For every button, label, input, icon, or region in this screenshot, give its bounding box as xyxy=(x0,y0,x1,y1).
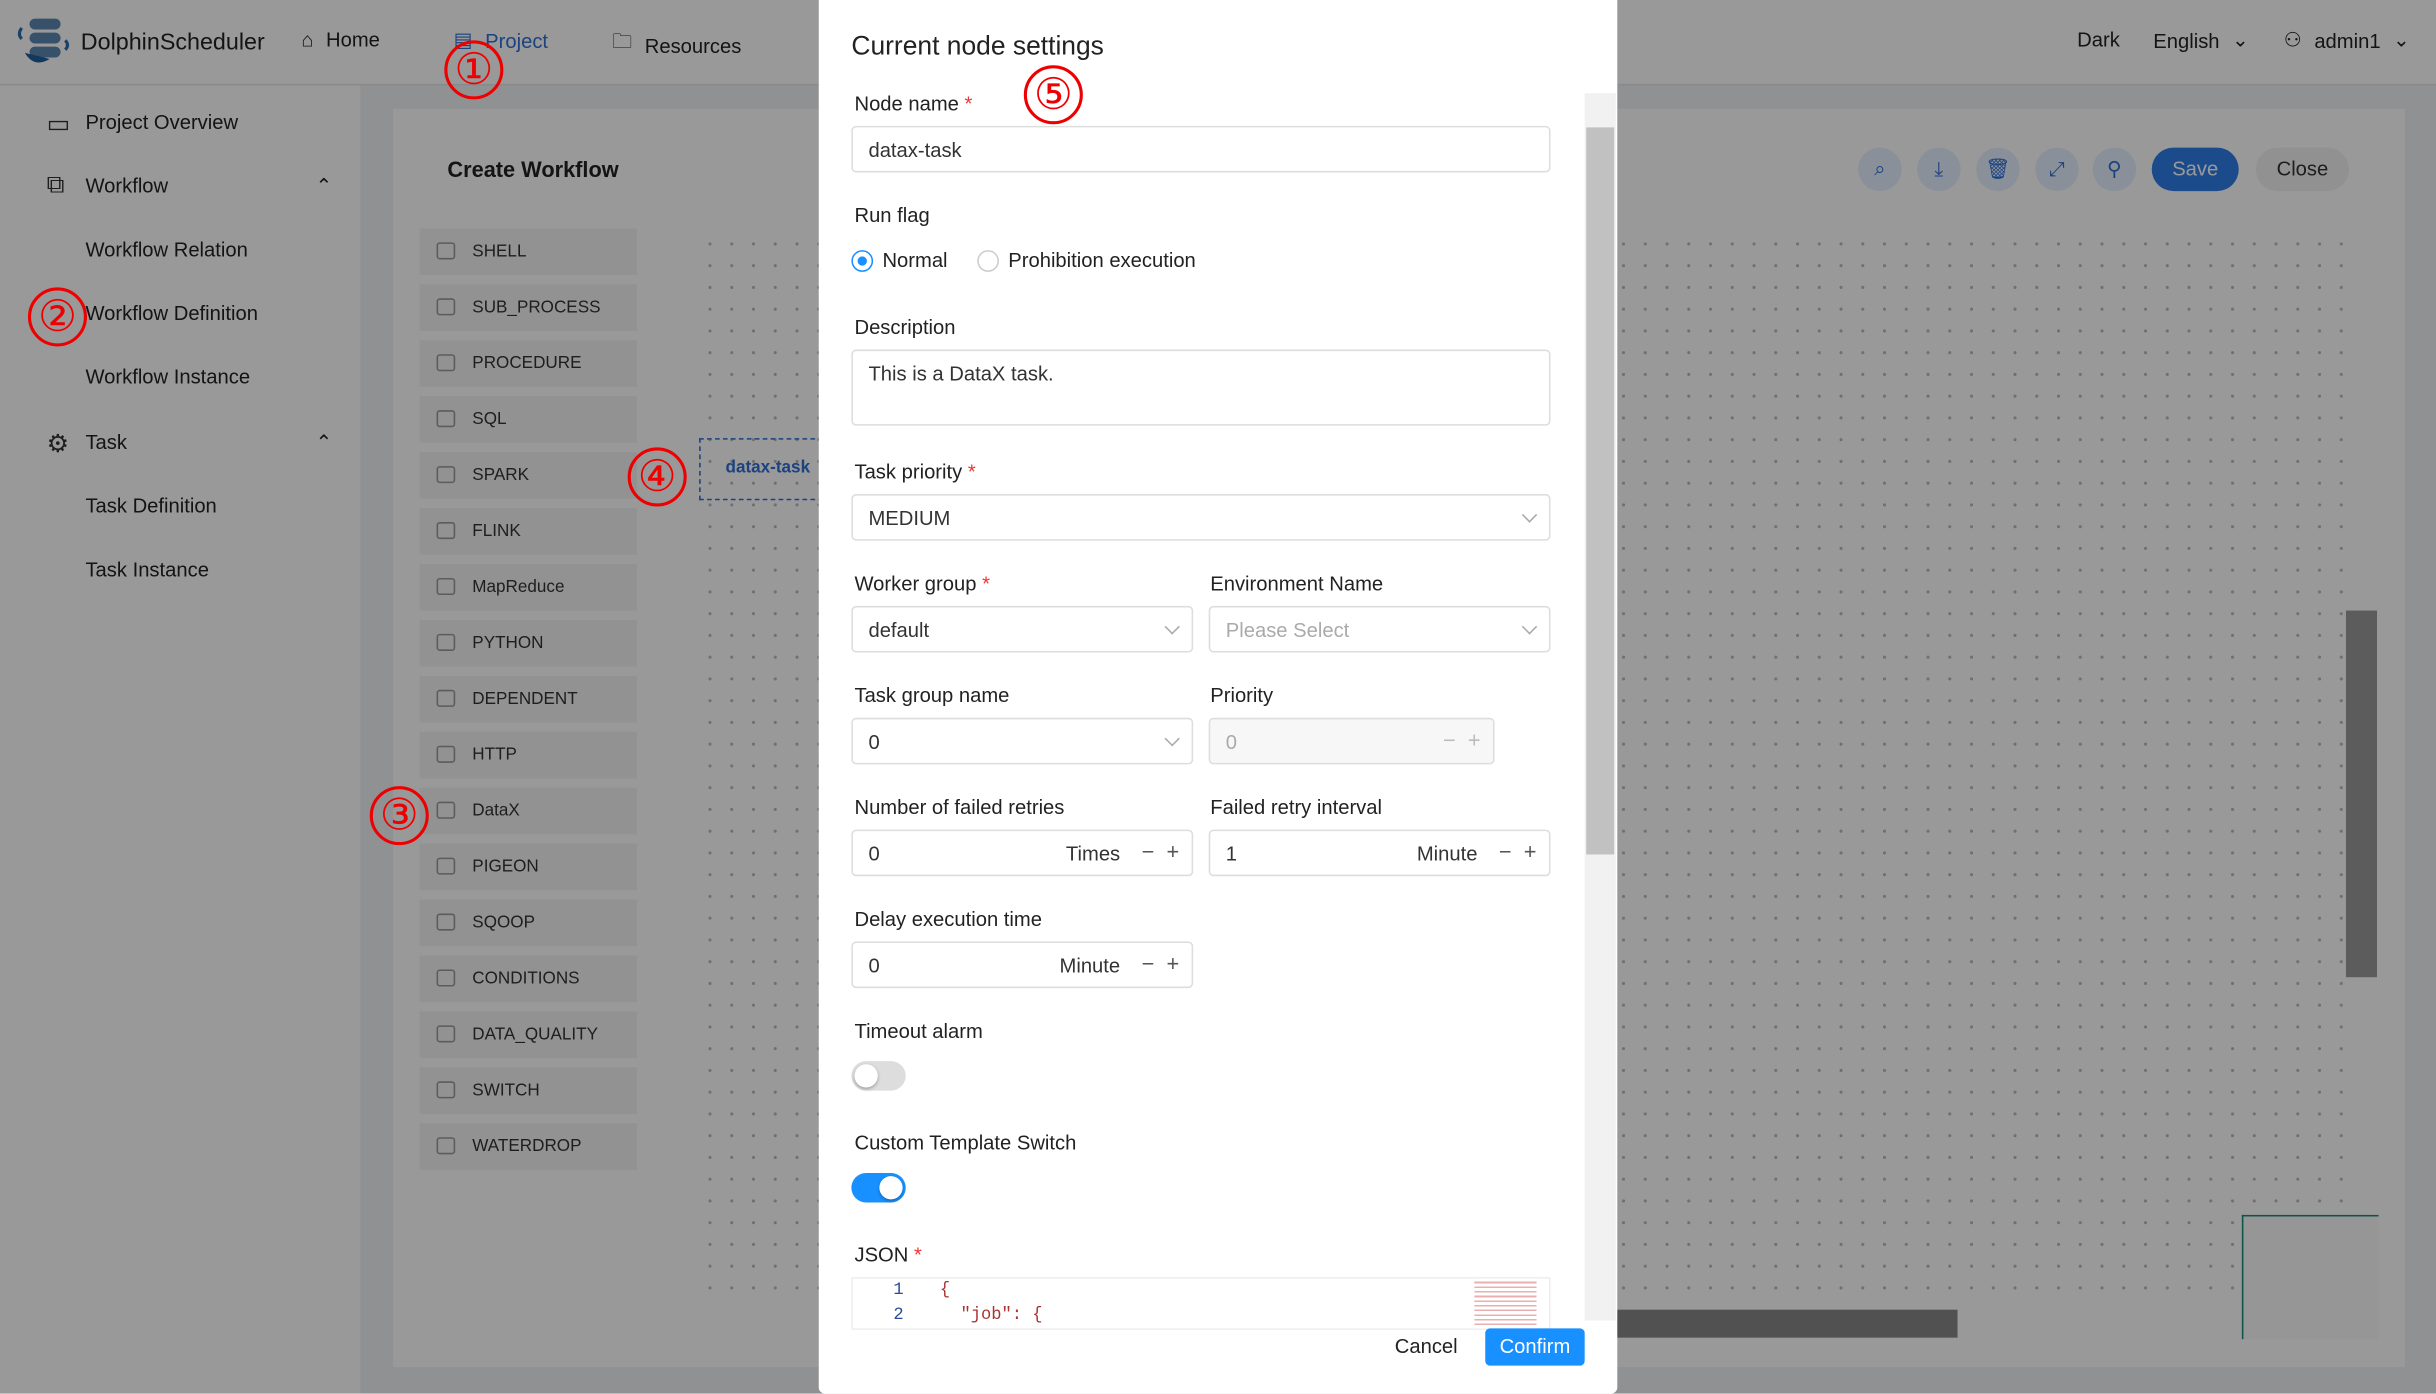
retry-interval-label: Failed retry interval xyxy=(1210,795,1382,819)
drawer-title: Current node settings xyxy=(851,31,1104,61)
node-settings-drawer: Current node settings ⑤ Node name * data… xyxy=(818,0,1618,1394)
minus-icon: − xyxy=(1498,838,1512,864)
task-group-select[interactable]: 0 xyxy=(851,717,1194,765)
custom-template-label: Custom Template Switch xyxy=(854,1131,1077,1155)
minus-icon: − xyxy=(1141,838,1155,864)
chevron-down-icon xyxy=(1164,731,1180,747)
minus-icon: − xyxy=(1141,950,1155,976)
task-group-label: Task group name xyxy=(854,683,1010,707)
run-flag-prohibit-label: Prohibition execution xyxy=(1008,248,1196,272)
priority-stepper[interactable]: 0− + xyxy=(1208,717,1495,765)
retries-label: Number of failed retries xyxy=(854,795,1065,819)
annotation-4: ④ xyxy=(627,447,687,507)
node-name-label: Node name * xyxy=(854,91,973,115)
line-number: 1 xyxy=(893,1281,904,1301)
custom-template-toggle[interactable] xyxy=(851,1172,906,1203)
description-label: Description xyxy=(854,315,956,339)
cancel-button[interactable]: Cancel xyxy=(1387,1328,1465,1365)
chevron-down-icon xyxy=(1521,619,1538,635)
annotation-5: ⑤ xyxy=(1023,65,1083,125)
line-number: 2 xyxy=(893,1306,904,1326)
code-line: "job": { xyxy=(939,1306,1043,1326)
json-label: JSON * xyxy=(854,1242,922,1267)
timeout-label: Timeout alarm xyxy=(854,1019,983,1043)
retries-stepper[interactable]: 0 Times − + xyxy=(851,829,1194,877)
run-flag-normal-label: Normal xyxy=(882,248,948,272)
worker-group-label: Worker group * xyxy=(854,571,990,596)
json-editor[interactable]: 1 { 2 "job": { xyxy=(851,1277,1551,1330)
plus-icon: + xyxy=(1523,838,1537,864)
plus-icon: + xyxy=(1166,950,1180,976)
annotation-1: ① xyxy=(444,40,504,100)
task-priority-select[interactable]: MEDIUM xyxy=(851,494,1551,541)
chevron-down-icon xyxy=(1164,619,1180,635)
code-minimap xyxy=(1474,1278,1537,1329)
plus-icon: + xyxy=(1166,838,1180,864)
priority-label: Priority xyxy=(1210,683,1274,707)
minus-icon: − xyxy=(1443,727,1456,752)
delay-stepper[interactable]: 0 Minute − + xyxy=(851,941,1194,989)
description-textarea[interactable]: This is a DataX task. xyxy=(851,349,1551,426)
run-flag-normal-radio[interactable] xyxy=(851,250,874,272)
task-priority-label: Task priority * xyxy=(854,459,976,484)
worker-group-select[interactable]: default xyxy=(851,605,1194,653)
node-name-input[interactable]: datax-task xyxy=(851,125,1551,173)
plus-icon: + xyxy=(1467,727,1481,752)
environment-select[interactable]: Please Select xyxy=(1208,605,1551,653)
annotation-3: ③ xyxy=(369,786,429,846)
annotation-2: ② xyxy=(27,287,88,347)
timeout-toggle[interactable] xyxy=(851,1061,906,1091)
environment-label: Environment Name xyxy=(1210,571,1384,596)
delay-label: Delay execution time xyxy=(854,907,1042,931)
chevron-down-icon xyxy=(1521,507,1538,523)
confirm-button[interactable]: Confirm xyxy=(1485,1328,1585,1366)
drawer-scrollbar[interactable] xyxy=(1584,93,1616,1321)
run-flag-prohibit-radio[interactable] xyxy=(977,250,999,272)
code-line: { xyxy=(939,1281,951,1301)
retry-interval-stepper[interactable]: 1 Minute − + xyxy=(1208,829,1551,877)
run-flag-label: Run flag xyxy=(854,203,930,227)
